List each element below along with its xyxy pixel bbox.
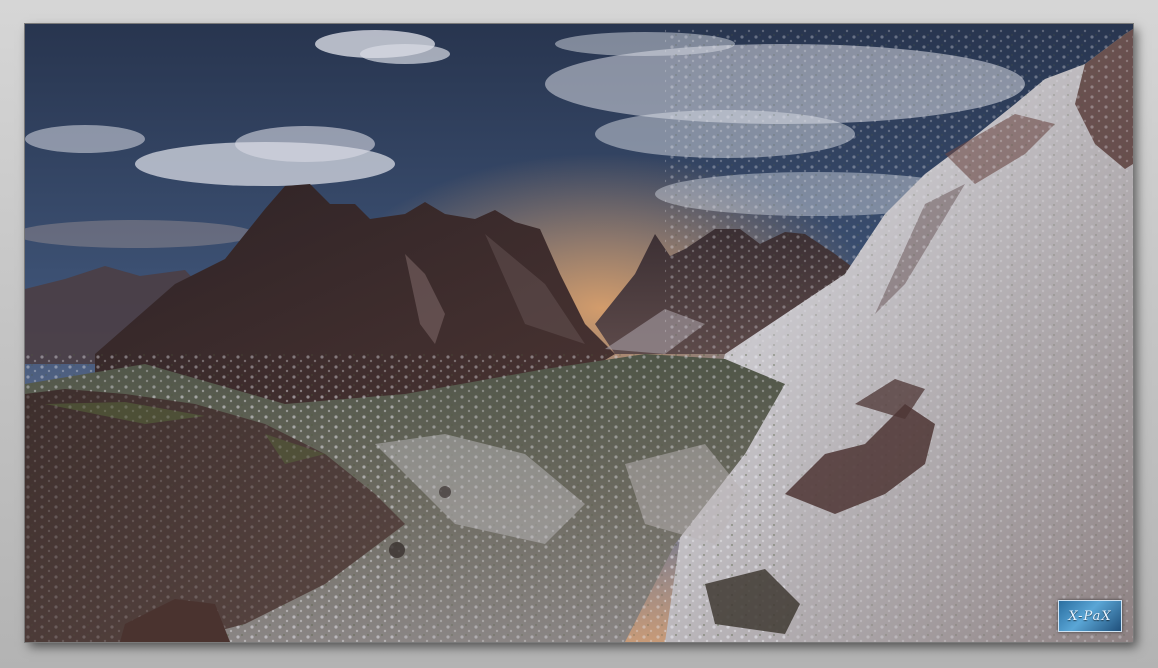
landscape-photo: X-PaX	[25, 24, 1133, 642]
watermark-text: X-PaX	[1068, 608, 1112, 624]
xpax-logo-icon: X-PaX	[1058, 600, 1122, 632]
picture-frame: X-PaX	[0, 0, 1158, 668]
landscape-render	[25, 24, 1133, 642]
